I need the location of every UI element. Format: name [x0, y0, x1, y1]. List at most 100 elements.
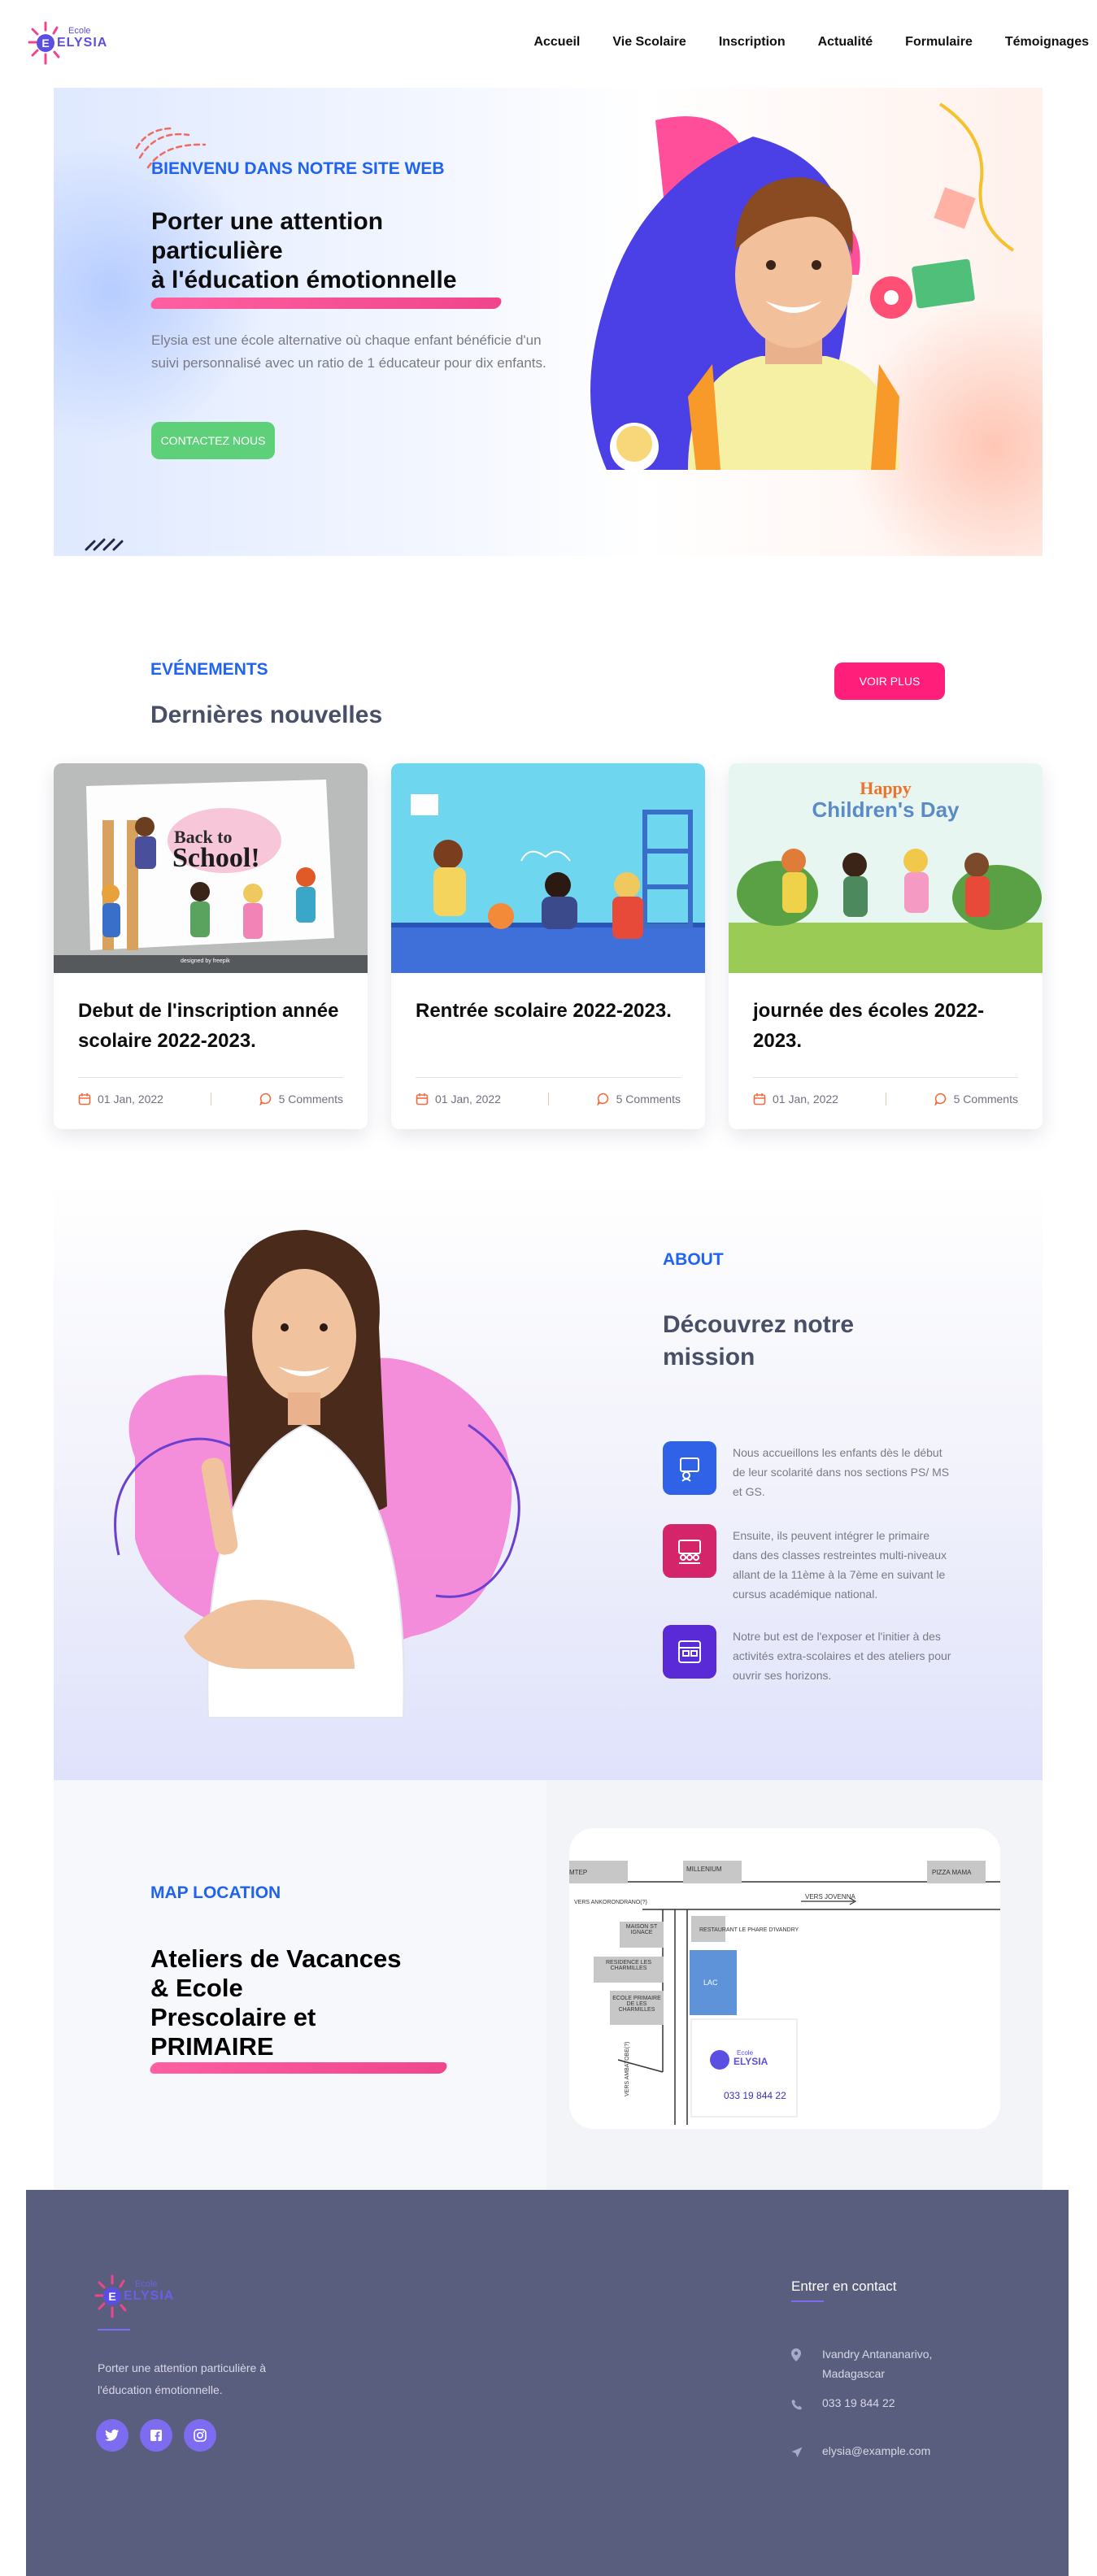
- hero-kicker: BIENVENU DANS NOTRE SITE WEB: [151, 159, 445, 178]
- news-comments-text: 5 Comments: [278, 1093, 343, 1106]
- footer-phone-text: 033 19 844 22: [822, 2396, 895, 2409]
- news-comments[interactable]: 5 Comments: [934, 1093, 1018, 1106]
- map-label-mtep: MTEP: [569, 1869, 588, 1876]
- facebook-icon: [150, 2430, 162, 2441]
- logo-elysia-text: ELYSIA: [57, 36, 108, 50]
- poster-line-1: Happy: [860, 778, 912, 798]
- footer-email[interactable]: elysia@example.com: [791, 2441, 930, 2464]
- contact-us-button[interactable]: CONTACTEZ NOUS: [151, 422, 275, 459]
- footer-contact-title: Entrer en contact: [791, 2278, 897, 2294]
- news-card-image: Happy Children's Day: [729, 763, 1043, 973]
- news-card-meta: 01 Jan, 2022 5 Comments: [753, 1093, 1018, 1106]
- map-phone: 033 19 844 22: [724, 2090, 786, 2101]
- news-date: 01 Jan, 2022: [753, 1093, 838, 1106]
- news-card[interactable]: Back to School! designed by freepik Debu…: [54, 763, 368, 1129]
- svg-text:E: E: [108, 2290, 115, 2303]
- events-kicker: EVÉNEMENTS: [150, 660, 268, 679]
- nav-temoignages[interactable]: Témoignages: [1005, 35, 1089, 50]
- site-logo[interactable]: E Ecole ELYSIA: [28, 18, 117, 68]
- comment-icon: [934, 1093, 946, 1106]
- hero-boy-illustration: [590, 102, 1015, 471]
- news-card-meta: 01 Jan, 2022 5 Comments: [78, 1093, 343, 1106]
- news-card[interactable]: Happy Children's Day journée des écoles …: [729, 763, 1043, 1129]
- footer-logo-elysia: ELYSIA: [124, 2289, 175, 2303]
- news-comments[interactable]: 5 Comments: [259, 1093, 343, 1106]
- nav-accueil[interactable]: Accueil: [533, 35, 580, 50]
- footer-logo-underline: [98, 2329, 130, 2331]
- card-divider: [78, 1077, 343, 1078]
- preschool-icon: [663, 1441, 716, 1495]
- meta-separator: [548, 1093, 550, 1106]
- about-title: Découvrez notre mission: [663, 1311, 855, 1371]
- mission-feature-text: Nous accueillons les enfants dès le débu…: [733, 1446, 950, 1498]
- classroom-icon: [663, 1524, 716, 1578]
- news-date: 01 Jan, 2022: [78, 1093, 163, 1106]
- news-card-image: [391, 763, 705, 973]
- map-label-vers-ankorondrano: VERS ANKORONDRANO(?): [574, 1900, 647, 1905]
- map-logo-elysia: ELYSIA: [734, 2056, 768, 2067]
- facebook-button[interactable]: [140, 2419, 172, 2452]
- twitter-button[interactable]: [96, 2419, 128, 2452]
- news-card-image: Back to School! designed by freepik: [54, 763, 368, 973]
- classroom-kids-illustration: [391, 794, 705, 973]
- news-card-title[interactable]: journée des écoles 2022-2023.: [753, 996, 1021, 1056]
- location-map[interactable]: MTEP MILLENIUM PIZZA MAMA VERS JOVENNA V…: [569, 1828, 1000, 2129]
- news-card-meta: 01 Jan, 2022 5 Comments: [416, 1093, 681, 1106]
- calendar-icon: [753, 1093, 766, 1106]
- comment-icon: [259, 1093, 271, 1106]
- send-icon: [791, 2441, 804, 2464]
- location-pin-icon: [791, 2344, 804, 2383]
- hero-description: Elysia est une école alternative où chaq…: [151, 332, 546, 371]
- mission-feature: Nous accueillons les enfants dès le débu…: [663, 1441, 956, 1501]
- mission-feature: Notre but est de l'exposer et l'initier …: [663, 1625, 956, 1685]
- map-title-line-2: & Ecole: [150, 1974, 243, 2002]
- events-title: Dernières nouvelles: [150, 702, 383, 728]
- nav-inscription[interactable]: Inscription: [719, 35, 786, 50]
- svg-text:E: E: [41, 37, 49, 50]
- girl-illustration: [114, 1230, 520, 1718]
- nav-formulaire[interactable]: Formulaire: [905, 35, 973, 50]
- hero-section: [54, 88, 1043, 556]
- nav-actualite[interactable]: Actualité: [818, 35, 873, 50]
- news-card[interactable]: Rentrée scolaire 2022-2023. 01 Jan, 2022…: [391, 763, 705, 1129]
- news-date-text: 01 Jan, 2022: [435, 1093, 501, 1106]
- card-divider: [416, 1077, 681, 1078]
- map-label-road: VERS AMBATOBE(?): [625, 2041, 630, 2096]
- poster-credit: designed by freepik: [181, 958, 230, 964]
- hero-title-line-2: particulière: [151, 237, 283, 264]
- map-title-line-4: PRIMAIRE: [150, 2032, 274, 2061]
- map-label-maison: MAISON ST IGNACE: [625, 1924, 658, 1935]
- news-comments-text: 5 Comments: [953, 1093, 1018, 1106]
- see-more-button[interactable]: VOIR PLUS: [834, 662, 945, 700]
- poster-line-2: Children's Day: [812, 797, 960, 822]
- map-title-underline: [148, 2062, 449, 2074]
- map-label-residence: RESIDENCE LES CHARMILLES: [605, 1960, 652, 1971]
- comment-icon: [596, 1093, 608, 1106]
- map-label-millenium: MILLENIUM: [686, 1866, 722, 1873]
- hero-title: Porter une attention particulière à l'éd…: [151, 207, 542, 295]
- map-label-pizza: PIZZA MAMA: [932, 1869, 972, 1876]
- main-nav: Accueil Vie Scolaire Inscription Actuali…: [533, 35, 1089, 50]
- news-card-title[interactable]: Debut de l'inscription année scolaire 20…: [78, 996, 346, 1056]
- news-date-text: 01 Jan, 2022: [773, 1093, 838, 1106]
- mission-feature-text: Ensuite, ils peuvent intégrer le primair…: [733, 1529, 947, 1601]
- nav-vie-scolaire[interactable]: Vie Scolaire: [612, 35, 686, 50]
- twitter-icon: [105, 2429, 120, 2441]
- calendar-icon: [416, 1093, 429, 1106]
- footer-logo[interactable]: E Ecole ELYSIA: [94, 2271, 184, 2322]
- instagram-button[interactable]: [184, 2419, 216, 2452]
- footer-description: Porter une attention particulière à l'éd…: [98, 2361, 267, 2396]
- news-comments[interactable]: 5 Comments: [596, 1093, 681, 1106]
- footer-logo-ecole: Ecole: [135, 2279, 158, 2289]
- footer-phone[interactable]: 033 19 844 22: [791, 2393, 895, 2416]
- hero-title-underline: [149, 298, 503, 309]
- news-card-title[interactable]: Rentrée scolaire 2022-2023.: [416, 996, 684, 1026]
- news-comments-text: 5 Comments: [616, 1093, 681, 1106]
- instagram-icon: [194, 2429, 207, 2442]
- footer-email-text: elysia@example.com: [822, 2444, 931, 2457]
- hero-title-line-3: à l'éducation émotionnelle: [151, 267, 457, 293]
- phone-icon: [791, 2393, 804, 2416]
- mission-feature: Ensuite, ils peuvent intégrer le primair…: [663, 1524, 956, 1604]
- map-label-vers-jovenna: VERS JOVENNA: [805, 1893, 855, 1901]
- hero-title-line-1: Porter une attention: [151, 208, 384, 235]
